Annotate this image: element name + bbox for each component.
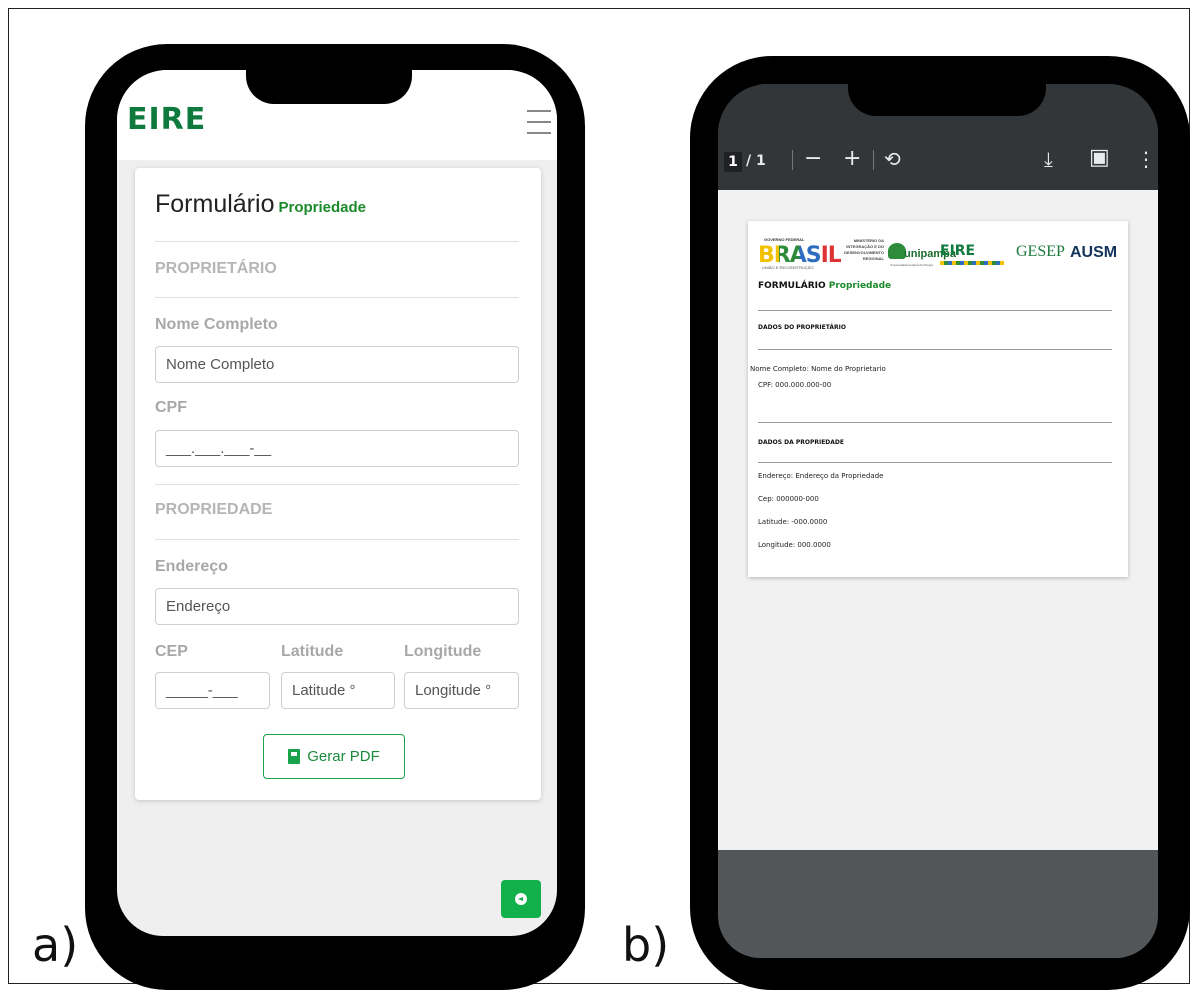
longitude-label: Longitude	[404, 643, 482, 660]
cpf-label: CPF	[155, 399, 187, 416]
address-label: Endereço	[155, 558, 228, 575]
eire-logo: EIRE	[127, 102, 207, 137]
doc-divider	[758, 422, 1112, 423]
zoom-in-icon[interactable]: +	[843, 148, 861, 170]
full-name-label: Nome Completo	[155, 316, 278, 333]
pdf-page: GOVERNO FEDERAL BRASIL UNIÃO E RECONSTRU…	[748, 221, 1128, 577]
address-input[interactable]: Endereço	[155, 588, 519, 625]
more-icon[interactable]: ⋮	[1136, 148, 1156, 170]
phone-a-notch	[246, 44, 412, 104]
toolbar-separator	[792, 150, 793, 170]
arrow-left-circle-icon	[515, 893, 527, 905]
page-number-input[interactable]: 1	[724, 152, 742, 172]
panel-label-b: b)	[622, 918, 670, 972]
ausm-logo: AUSM	[1070, 244, 1118, 261]
download-icon[interactable]: ⤓	[1044, 148, 1053, 170]
longitude-input[interactable]: Longitude °	[404, 672, 519, 709]
doc-title: FORMULÁRIO Propriedade	[758, 281, 892, 291]
doc-longitude: Longitude: 000.0000	[758, 541, 831, 549]
divider	[155, 297, 519, 298]
logo-banner: GOVERNO FEDERAL BRASIL UNIÃO E RECONSTRU…	[758, 237, 1120, 273]
cep-label: CEP	[155, 643, 188, 660]
doc-divider	[758, 310, 1112, 311]
divider	[155, 484, 519, 485]
zoom-out-icon[interactable]: −	[804, 148, 822, 170]
form-title: Formulário Propriedade	[155, 190, 367, 218]
phone-b-screen: 1 / 1 − + ⟲ ⤓ ▣ ⋮ GOVERNO FEDERAL BRASIL…	[718, 84, 1158, 958]
divider	[155, 539, 519, 540]
print-icon[interactable]: ▣	[1089, 147, 1110, 169]
unipampa-subtitle: Universidade Federal do Pampa	[890, 263, 934, 267]
doc-divider	[758, 349, 1112, 350]
phone-a-screen: EIRE Formulário Propriedade PROPRIETÁRIO …	[117, 70, 557, 936]
doc-owner-cpf: CPF: 000.000.000-00	[758, 381, 832, 389]
file-icon	[288, 749, 301, 764]
cep-input[interactable]: _____-___	[155, 672, 270, 709]
full-name-input[interactable]: Nome Completo	[155, 346, 519, 383]
form-subtitle: Propriedade	[278, 199, 367, 216]
doc-section-property: DADOS DA PROPRIEDADE	[758, 439, 844, 446]
generate-pdf-label: Gerar PDF	[307, 748, 380, 765]
doc-latitude: Latitude: -000.0000	[758, 518, 828, 526]
doc-cep: Cep: 000000-000	[758, 495, 819, 503]
page-count: / 1	[746, 153, 766, 169]
phone-b-notch	[848, 56, 1046, 116]
latitude-input[interactable]: Latitude °	[281, 672, 395, 709]
eire-color-strip	[940, 261, 1004, 265]
governo-federal-text: GOVERNO FEDERAL	[764, 237, 805, 242]
panel-label-a: a)	[32, 918, 79, 972]
doc-title-sub: Propriedade	[828, 281, 892, 291]
doc-section-owner: DADOS DO PROPRIETÁRIO	[758, 324, 846, 331]
rotate-icon[interactable]: ⟲	[884, 148, 901, 170]
hamburger-menu-icon[interactable]	[527, 110, 551, 136]
ministerio-text: MINISTÉRIO DA INTEGRAÇÃO E DO DESENVOLVI…	[844, 238, 884, 261]
form-card: Formulário Propriedade PROPRIETÁRIO Nome …	[135, 168, 541, 800]
doc-owner-name: Nome Completo: Nome do Proprietario	[750, 365, 886, 373]
doc-address: Endereço: Endereço da Propriedade	[758, 472, 884, 480]
brasil-subtitle: UNIÃO E RECONSTRUÇÃO	[762, 265, 814, 270]
eire-logo-pdf: EIRE	[940, 243, 976, 259]
latitude-label: Latitude	[281, 643, 344, 660]
doc-divider	[758, 462, 1112, 463]
divider	[155, 241, 519, 242]
back-button[interactable]	[501, 880, 541, 918]
section-owner: PROPRIETÁRIO	[155, 260, 277, 277]
generate-pdf-button[interactable]: Gerar PDF	[263, 734, 405, 779]
section-property: PROPRIEDADE	[155, 501, 273, 518]
toolbar-separator	[873, 150, 874, 170]
gesep-logo: GESEP	[1016, 243, 1065, 260]
cpf-input[interactable]: ___.___.___-__	[155, 430, 519, 467]
